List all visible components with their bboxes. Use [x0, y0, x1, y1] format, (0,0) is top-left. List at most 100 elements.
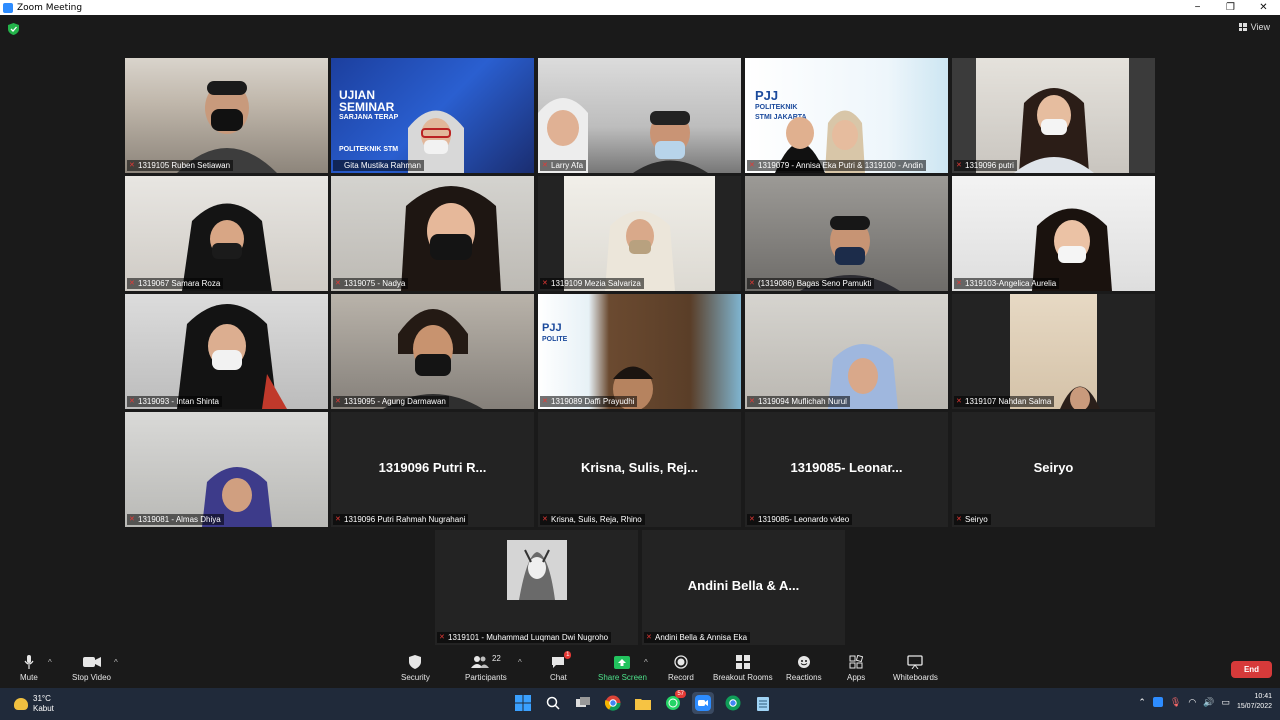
participant-tile[interactable]: ✕ 1319109 Mezia Salvariza [538, 176, 741, 291]
participant-name-label: ✕ 1319079 - Annisa Eka Putri & 1319100 - … [747, 160, 927, 171]
chevron-up-icon[interactable]: ^ [114, 658, 118, 667]
chevron-up-icon[interactable]: ^ [48, 658, 52, 667]
participants-button[interactable]: 22 Participants [465, 654, 507, 683]
participant-name-label: ✕ Larry Afa [540, 160, 587, 171]
chevron-up-icon[interactable]: ⌃ [1138, 697, 1146, 708]
participant-tile[interactable]: ✕ 1319093 - Intan Shinta [125, 294, 328, 409]
breakout-rooms-button[interactable]: Breakout Rooms [713, 654, 773, 682]
participant-tile[interactable]: Andini Bella & A... ✕ Andini Bella & Anni… [642, 530, 845, 645]
chevron-up-icon[interactable]: ^ [518, 658, 522, 667]
muted-mic-icon: ✕ [956, 279, 962, 287]
file-explorer-icon[interactable] [632, 692, 654, 714]
participant-name-label: ✕ 1319096 putri [954, 160, 1017, 171]
apps-icon [849, 654, 864, 670]
camera-icon [82, 654, 101, 670]
muted-mic-icon: ✕ [335, 397, 341, 405]
participant-video [181, 203, 272, 291]
taskbar-clock[interactable]: 10:41 15/07/2022 [1237, 692, 1272, 712]
chrome-profile-icon[interactable] [722, 692, 744, 714]
participant-name-label: Gita Mustika Rahman [333, 160, 424, 171]
participant-tile[interactable]: ✕ (1319086) Bagas Seno Pamukti [745, 176, 948, 291]
zoom-tray-icon[interactable] [1152, 697, 1163, 707]
participant-tile[interactable]: PJJ POLITE ✕ 1319089 Daffi Prayudhi [538, 294, 741, 409]
participant-tile[interactable]: ✕ Larry Afa [538, 58, 741, 173]
meeting-area: View ✕ 1319105 Ruben Setiawan UJIAN SEMIN… [0, 15, 1280, 650]
participant-tile[interactable]: ✕ 1319096 putri [952, 58, 1155, 173]
security-button[interactable]: Security [401, 654, 430, 682]
start-button-windows-icon[interactable] [512, 692, 534, 714]
muted-mic-icon: ✕ [646, 633, 652, 641]
participant-tile[interactable]: ✕ 1319103-Angelica Aurelia [952, 176, 1155, 291]
maximize-button[interactable]: ❐ [1214, 0, 1247, 15]
battery-icon[interactable]: ▭ [1221, 697, 1230, 708]
poster-line: POLITEKNIK STM [339, 146, 399, 153]
participant-name-label: ✕ 1319075 - Nadya [333, 278, 409, 289]
participant-video [1060, 386, 1100, 409]
muted-mic-icon: ✕ [129, 515, 135, 523]
participant-tile[interactable]: ✕ 1319094 Muflichah Nurul [745, 294, 948, 409]
encryption-shield-icon[interactable] [8, 23, 19, 35]
whatsapp-unread-badge: 57 [675, 690, 686, 698]
zoom-icon[interactable] [692, 692, 714, 714]
notepad-icon[interactable] [752, 692, 774, 714]
whiteboards-button[interactable]: Whiteboards [893, 654, 938, 682]
participant-tile[interactable]: ✕ 1319107 Nahdan Salma [952, 294, 1155, 409]
task-view-icon[interactable] [572, 692, 594, 714]
participant-name-label: ✕ 1319093 - Intan Shinta [127, 396, 222, 407]
mute-button[interactable]: Mute [20, 654, 38, 682]
participant-tile[interactable]: Seiryo ✕ Seiryo [952, 412, 1155, 527]
weather-widget[interactable]: 31°C Kabut [14, 694, 54, 714]
participant-name-label: ✕ 1319105 Ruben Setiawan [127, 160, 234, 171]
participant-tile[interactable]: ✕ 1319067 Samara Roza [125, 176, 328, 291]
chat-button[interactable]: 1 Chat [550, 651, 572, 682]
participant-name-label: ✕ 1319085- Leonardo video [747, 514, 853, 525]
apps-button[interactable]: Apps [847, 654, 865, 682]
chrome-icon[interactable] [602, 692, 624, 714]
weather-cloud-icon [14, 698, 28, 710]
breakout-rooms-icon [735, 654, 750, 670]
minimize-button[interactable]: − [1181, 0, 1214, 15]
poster-line: POLITE [542, 336, 568, 343]
participant-tile[interactable]: ✕ 1319095 - Agung Darmawan [331, 294, 534, 409]
muted-mic-icon: ✕ [439, 633, 445, 641]
participant-name-label: ✕ Krisna, Sulis, Reja, Rhino [540, 514, 645, 525]
close-button[interactable]: ✕ [1247, 0, 1280, 15]
volume-icon[interactable]: 🔊 [1203, 697, 1214, 708]
participant-tile[interactable]: PJJ POLITEKNIK STMI JAKARTA ✕ 1319079 - A… [745, 58, 948, 173]
wifi-icon[interactable]: ◠ [1188, 697, 1196, 708]
whatsapp-icon[interactable]: 57 [662, 690, 686, 714]
microphone-tray-icon[interactable]: 🎙 [1170, 697, 1181, 708]
participant-tile[interactable]: 1319096 Putri R... ✕ 1319096 Putri Rahmah… [331, 412, 534, 527]
chevron-up-icon[interactable]: ^ [644, 658, 648, 667]
reactions-button[interactable]: Reactions [786, 654, 822, 682]
participant-tile[interactable]: 1319085- Leonar... ✕ 1319085- Leonardo vi… [745, 412, 948, 527]
participant-name-label: ✕ (1319086) Bagas Seno Pamukti [747, 278, 875, 289]
zoom-app-icon [3, 2, 13, 13]
participant-tile[interactable]: ✕ 1319101 - Muhammad Luqman Dwi Nugroho [435, 530, 638, 645]
participant-video [604, 211, 675, 291]
smiley-icon [797, 654, 811, 670]
stop-video-button[interactable]: Stop Video [72, 654, 111, 682]
participant-name-label: ✕ 1319101 - Muhammad Luqman Dwi Nugroho [437, 632, 612, 643]
muted-mic-icon: ✕ [335, 279, 341, 287]
weather-temperature: 31°C [33, 694, 51, 703]
grid-view-icon [1238, 23, 1247, 31]
taskbar-apps: 57 [512, 690, 774, 714]
search-icon[interactable] [542, 692, 564, 714]
participant-display-name: 1319096 Putri R... [378, 460, 487, 475]
participant-tile-active-speaker[interactable]: UJIAN SEMINAR SARJANA TERAP POLITEKNIK S… [331, 58, 534, 173]
muted-mic-icon: ✕ [749, 161, 755, 169]
participant-tile[interactable]: Krisna, Sulis, Rej... ✕ Krisna, Sulis, Re… [538, 412, 741, 527]
record-button[interactable]: Record [668, 654, 694, 682]
participant-tile[interactable]: ✕ 1319075 - Nadya [331, 176, 534, 291]
participant-tile[interactable]: ✕ 1319105 Ruben Setiawan [125, 58, 328, 173]
participant-name-label: ✕ Seiryo [954, 514, 991, 525]
view-button[interactable]: View [1238, 22, 1270, 32]
participant-name-label: ✕ 1319109 Mezia Salvariza [540, 278, 644, 289]
participant-tile[interactable]: ✕ 1319081 - Almas Dhiya [125, 412, 328, 527]
participant-video [1013, 88, 1094, 173]
end-meeting-button[interactable]: End [1231, 661, 1272, 678]
muted-mic-icon [335, 162, 342, 170]
share-screen-button[interactable]: Share Screen [598, 654, 647, 682]
participant-name-label: ✕ 1319094 Muflichah Nurul [747, 396, 850, 407]
